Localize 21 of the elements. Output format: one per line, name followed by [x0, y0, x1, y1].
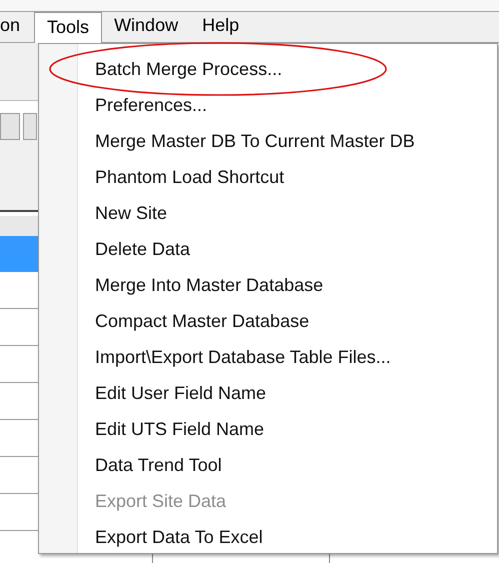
menu-item[interactable]: Delete Data	[78, 236, 190, 262]
menu-item[interactable]: Preferences...	[78, 92, 208, 118]
menu-item[interactable]: Compact Master Database	[78, 308, 310, 334]
menu-item[interactable]: Edit UTS Field Name	[78, 416, 264, 442]
menu-item[interactable]: Merge Master DB To Current Master DB	[78, 128, 415, 154]
menu-item[interactable]: Batch Merge Process...	[78, 56, 282, 82]
menu-item[interactable]: Import\Export Database Table Files...	[78, 344, 391, 370]
menu-bar-item[interactable]: Window	[102, 11, 190, 42]
menu-item[interactable]: Export Data To Excel	[78, 524, 263, 550]
table-header	[0, 216, 38, 236]
menu-item[interactable]: Phantom Load Shortcut	[78, 164, 284, 190]
menu-item[interactable]: New Site	[78, 200, 168, 226]
toolbar-button[interactable]	[23, 113, 37, 140]
menu-bar-item[interactable]: Help	[190, 11, 252, 42]
menu-item[interactable]: Edit User Field Name	[78, 380, 266, 406]
menu-bar-item[interactable]: on	[0, 11, 34, 42]
menu-bar-item[interactable]: Tools	[34, 12, 102, 43]
panel-background	[0, 140, 38, 212]
toolbar-button[interactable]	[0, 113, 20, 140]
menu-item[interactable]: Merge Into Master Database	[78, 272, 324, 298]
menu-item[interactable]: Data Trend Tool	[78, 452, 222, 478]
